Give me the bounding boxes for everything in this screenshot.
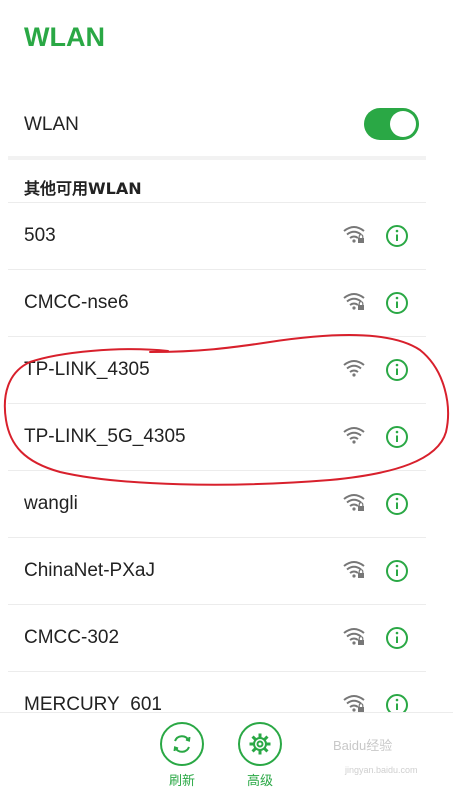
network-name: ChinaNet-PXaJ [24, 560, 155, 581]
info-icon[interactable] [385, 358, 409, 382]
advanced-label: 高级 [246, 774, 273, 789]
info-icon[interactable] [385, 626, 409, 650]
wlan-toggle-label: WLAN [24, 114, 79, 135]
network-name: MERCURY_601 [24, 694, 162, 712]
wlan-toggle-row: WLAN [0, 96, 453, 156]
info-icon[interactable] [385, 559, 409, 583]
watermark-text: Baidu经验 [333, 738, 393, 753]
network-name: wangli [24, 493, 78, 514]
bottom-bar: 刷新 高级 Baidu经验 jingyan.baidu.com [0, 712, 453, 792]
network-row[interactable]: CMCC-302 [0, 604, 453, 671]
wifi-lock-icon [343, 561, 365, 578]
gear-icon [238, 722, 282, 766]
refresh-button[interactable]: 刷新 [152, 722, 212, 789]
wifi-lock-icon [343, 628, 365, 645]
network-row[interactable]: TP-LINK_4305 [0, 336, 453, 403]
wifi-icon [343, 427, 365, 444]
network-row[interactable]: 503 [0, 202, 453, 269]
network-row[interactable]: wangli [0, 470, 453, 537]
wifi-lock-icon [343, 695, 365, 712]
info-icon[interactable] [385, 291, 409, 315]
wifi-lock-icon [343, 494, 365, 511]
page-title: WLAN [24, 22, 105, 52]
network-name: TP-LINK_5G_4305 [24, 426, 186, 447]
refresh-icon [160, 722, 204, 766]
info-icon[interactable] [385, 492, 409, 516]
wifi-lock-icon [343, 293, 365, 310]
refresh-label: 刷新 [168, 774, 195, 789]
info-icon[interactable] [385, 425, 409, 449]
network-list: 503 CMCC-nse6 TP-LINK_4305 TP-LINK_5G_4305w… [0, 202, 453, 712]
network-row[interactable]: MERCURY_601 [0, 671, 453, 712]
section-header: 其他可用WLAN [24, 179, 142, 198]
wifi-icon [343, 360, 365, 377]
info-icon[interactable] [385, 693, 409, 712]
wlan-toggle-switch[interactable] [364, 108, 419, 140]
watermark-sub: jingyan.baidu.com [345, 765, 418, 775]
network-name: TP-LINK_4305 [24, 359, 150, 380]
network-row[interactable]: CMCC-nse6 [0, 269, 453, 336]
info-icon[interactable] [385, 224, 409, 248]
toggle-knob [390, 111, 416, 137]
network-name: 503 [24, 225, 56, 246]
section-divider [8, 156, 426, 160]
network-name: CMCC-nse6 [24, 292, 129, 313]
wifi-lock-icon [343, 226, 365, 243]
network-row[interactable]: ChinaNet-PXaJ [0, 537, 453, 604]
network-row[interactable]: TP-LINK_5G_4305 [0, 403, 453, 470]
network-name: CMCC-302 [24, 627, 120, 648]
advanced-button[interactable]: 高级 [230, 722, 290, 789]
